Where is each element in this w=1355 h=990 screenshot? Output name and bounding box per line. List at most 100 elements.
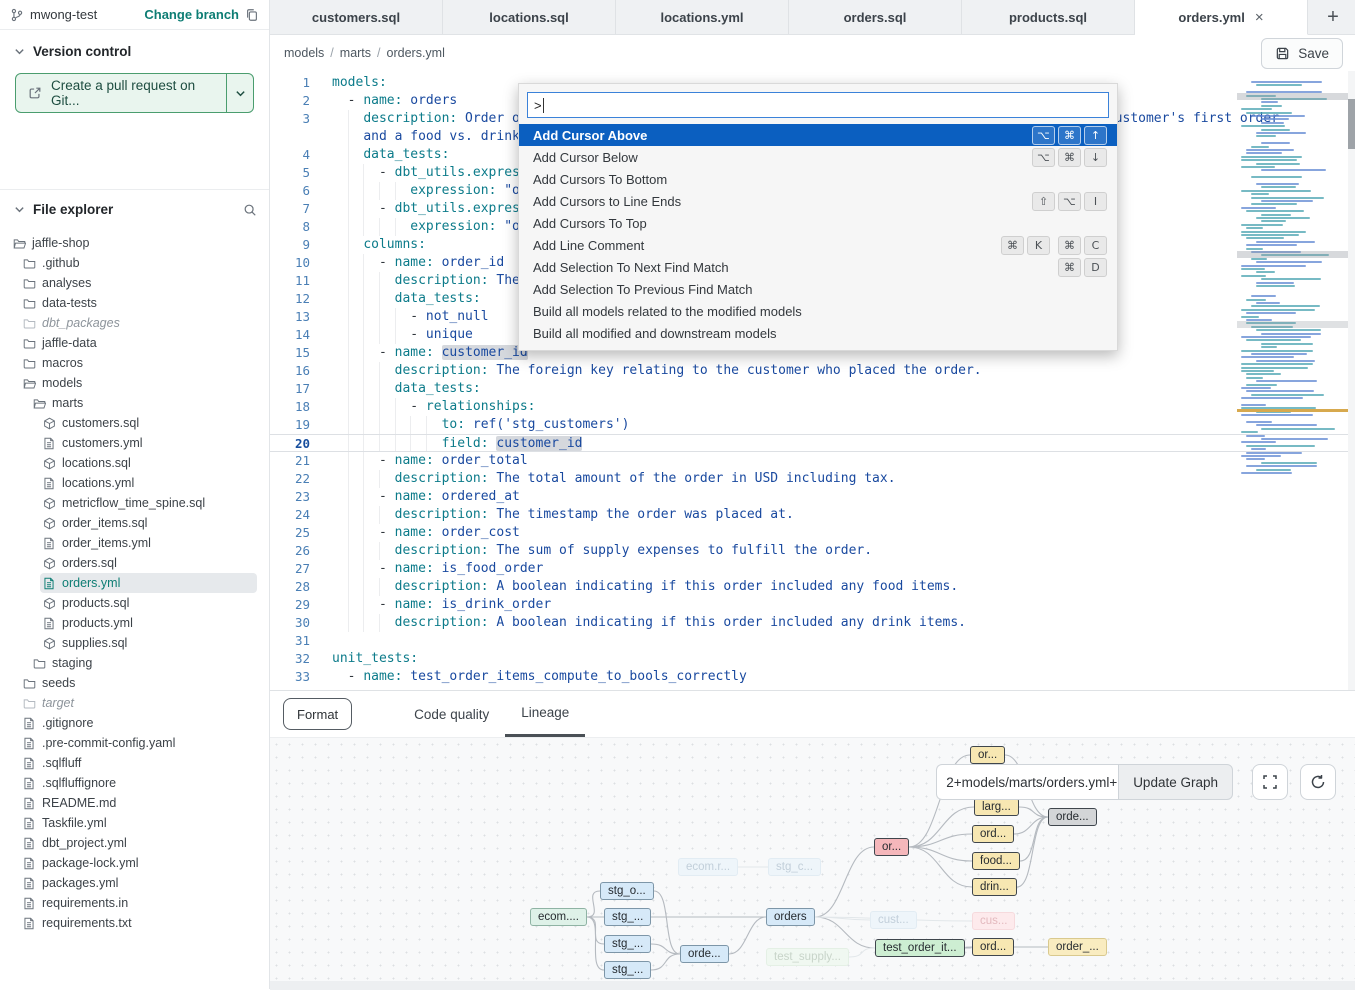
lineage-node-ord1[interactable]: ord... bbox=[972, 825, 1014, 843]
code-line-26[interactable]: 26 description: The sum of supply expens… bbox=[270, 542, 1355, 560]
tree-item-dbt-project-yml[interactable]: dbt_project.yml bbox=[0, 833, 269, 853]
lineage-node-stg_o[interactable]: stg_o... bbox=[600, 882, 654, 900]
tree-item-customers-sql[interactable]: customers.sql bbox=[0, 413, 269, 433]
tree-item-models[interactable]: models bbox=[0, 373, 269, 393]
lineage-node-stg2[interactable]: stg_... bbox=[604, 935, 651, 953]
lineage-node-larg[interactable]: larg... bbox=[974, 798, 1019, 816]
palette-item[interactable]: Add Line Comment⌘K⌘C bbox=[519, 234, 1117, 256]
code-line-24[interactable]: 24 description: The timestamp the order … bbox=[270, 506, 1355, 524]
tree-item-dbt-packages[interactable]: dbt_packages bbox=[0, 313, 269, 333]
tree-item-orders-yml[interactable]: orders.yml bbox=[0, 573, 269, 593]
lineage-node-tordit[interactable]: test_order_it... bbox=[875, 939, 965, 957]
lineage-node-cust_f[interactable]: cust... bbox=[870, 911, 917, 929]
palette-item[interactable]: Add Cursor Above⌥⌘↑ bbox=[519, 124, 1117, 146]
code-line-16[interactable]: 16 description: The foreign key relating… bbox=[270, 362, 1355, 380]
lineage-filter-input[interactable]: 2+models/marts/orders.yml+ bbox=[936, 764, 1118, 800]
command-palette-input[interactable]: > bbox=[527, 92, 1109, 118]
tree-item-jaffle-shop[interactable]: jaffle-shop bbox=[0, 233, 269, 253]
lineage-node-orde_b[interactable]: orde... bbox=[680, 945, 729, 963]
code-line-28[interactable]: 28 description: A boolean indicating if … bbox=[270, 578, 1355, 596]
code-line-32[interactable]: 32unit_tests: bbox=[270, 650, 1355, 668]
palette-item[interactable]: Add Cursors to Line Ends⇧⌥I bbox=[519, 190, 1117, 212]
tree-item-supplies-sql[interactable]: supplies.sql bbox=[0, 633, 269, 653]
lineage-node-or_top[interactable]: or... bbox=[970, 746, 1005, 764]
code-line-21[interactable]: 21 - name: order_total bbox=[270, 452, 1355, 470]
editor-scrollbar[interactable] bbox=[1348, 71, 1355, 690]
panel-tab-lineage[interactable]: Lineage bbox=[505, 691, 585, 737]
close-icon[interactable]: × bbox=[1255, 9, 1264, 26]
pr-dropdown-toggle[interactable] bbox=[226, 74, 253, 112]
code-line-31[interactable]: 31 bbox=[270, 632, 1355, 650]
file-explorer-header[interactable]: File explorer bbox=[0, 189, 269, 225]
code-line-20[interactable]: 20 field: customer_id bbox=[270, 434, 1355, 452]
create-pr-button[interactable]: Create a pull request on Git... bbox=[15, 73, 254, 113]
code-line-17[interactable]: 17 data_tests: bbox=[270, 380, 1355, 398]
tree-item-products-yml[interactable]: products.yml bbox=[0, 613, 269, 633]
tree-item-packages-yml[interactable]: packages.yml bbox=[0, 873, 269, 893]
new-tab-button[interactable]: + bbox=[1311, 0, 1355, 34]
change-branch-link[interactable]: Change branch bbox=[144, 7, 239, 22]
panel-tab-code-quality[interactable]: Code quality bbox=[398, 691, 505, 737]
lineage-node-orde_g[interactable]: orde... bbox=[1048, 808, 1097, 826]
breadcrumb-item[interactable]: orders.yml bbox=[387, 46, 445, 60]
refresh-button[interactable] bbox=[1300, 764, 1336, 800]
tree-item-customers-yml[interactable]: customers.yml bbox=[0, 433, 269, 453]
tree-item-jaffle-data[interactable]: jaffle-data bbox=[0, 333, 269, 353]
lineage-node-stg_c[interactable]: stg_c... bbox=[768, 858, 821, 876]
update-graph-button[interactable]: Update Graph bbox=[1118, 764, 1233, 800]
lineage-canvas[interactable]: 2+models/marts/orders.yml+ Update Graph … bbox=[270, 737, 1355, 981]
lineage-node-orders[interactable]: orders bbox=[766, 908, 815, 926]
code-line-25[interactable]: 25 - name: order_cost bbox=[270, 524, 1355, 542]
code-line-27[interactable]: 27 - name: is_food_order bbox=[270, 560, 1355, 578]
lineage-node-stg1[interactable]: stg_... bbox=[604, 908, 651, 926]
tab-customers-sql[interactable]: customers.sql bbox=[270, 0, 443, 34]
breadcrumb-item[interactable]: models bbox=[284, 46, 324, 60]
code-line-30[interactable]: 30 description: A boolean indicating if … bbox=[270, 614, 1355, 632]
palette-item[interactable]: Add Cursors To Bottom bbox=[519, 168, 1117, 190]
code-line-29[interactable]: 29 - name: is_drink_order bbox=[270, 596, 1355, 614]
save-button[interactable]: Save bbox=[1261, 38, 1343, 69]
tree-item-products-sql[interactable]: products.sql bbox=[0, 593, 269, 613]
palette-item[interactable]: Build all models related to the modified… bbox=[519, 300, 1117, 322]
tree-item-analyses[interactable]: analyses bbox=[0, 273, 269, 293]
tab-locations-sql[interactable]: locations.sql bbox=[443, 0, 616, 34]
tree-item--github[interactable]: .github bbox=[0, 253, 269, 273]
lineage-node-cus_f[interactable]: cus... bbox=[972, 912, 1015, 930]
tree-item-order-items-yml[interactable]: order_items.yml bbox=[0, 533, 269, 553]
tab-products-sql[interactable]: products.sql bbox=[962, 0, 1135, 34]
tree-item-requirements-txt[interactable]: requirements.txt bbox=[0, 913, 269, 933]
lineage-node-ord2[interactable]: ord... bbox=[972, 938, 1014, 956]
tree-item-data-tests[interactable]: data-tests bbox=[0, 293, 269, 313]
tree-item--pre-commit-config-yaml[interactable]: .pre-commit-config.yaml bbox=[0, 733, 269, 753]
code-line-18[interactable]: 18 - relationships: bbox=[270, 398, 1355, 416]
tree-item-macros[interactable]: macros bbox=[0, 353, 269, 373]
scrollbar-thumb[interactable] bbox=[1348, 99, 1355, 149]
palette-item[interactable]: Add Selection To Next Find Match⌘D bbox=[519, 256, 1117, 278]
code-line-23[interactable]: 23 - name: ordered_at bbox=[270, 488, 1355, 506]
format-button[interactable]: Format bbox=[283, 698, 352, 730]
lineage-node-ecom_r[interactable]: ecom.r... bbox=[678, 858, 738, 876]
tree-item-taskfile-yml[interactable]: Taskfile.yml bbox=[0, 813, 269, 833]
tree-item-marts[interactable]: marts bbox=[0, 393, 269, 413]
search-icon[interactable] bbox=[243, 203, 257, 217]
tab-orders-sql[interactable]: orders.sql bbox=[789, 0, 962, 34]
lineage-node-stg3[interactable]: stg_... bbox=[604, 961, 651, 979]
code-line-19[interactable]: 19 to: ref('stg_customers') bbox=[270, 416, 1355, 434]
tab-locations-yml[interactable]: locations.yml bbox=[616, 0, 789, 34]
tree-item-staging[interactable]: staging bbox=[0, 653, 269, 673]
lineage-node-food[interactable]: food... bbox=[972, 852, 1020, 870]
breadcrumb-item[interactable]: marts bbox=[340, 46, 371, 60]
minimap[interactable] bbox=[1241, 81, 1347, 481]
palette-item[interactable]: Add Cursors To Top bbox=[519, 212, 1117, 234]
code-line-22[interactable]: 22 description: The total amount of the … bbox=[270, 470, 1355, 488]
palette-item[interactable]: Add Cursor Below⌥⌘↓ bbox=[519, 146, 1117, 168]
tree-item-locations-yml[interactable]: locations.yml bbox=[0, 473, 269, 493]
lineage-node-ecom[interactable]: ecom.... bbox=[530, 908, 587, 926]
lineage-node-tsup[interactable]: test_supply... bbox=[766, 948, 849, 966]
tree-item-target[interactable]: target bbox=[0, 693, 269, 713]
tree-item-locations-sql[interactable]: locations.sql bbox=[0, 453, 269, 473]
tree-item--sqlfluff[interactable]: .sqlfluff bbox=[0, 753, 269, 773]
fullscreen-button[interactable] bbox=[1252, 764, 1288, 800]
palette-item[interactable]: Build all modified and downstream models bbox=[519, 322, 1117, 344]
lineage-node-drin[interactable]: drin... bbox=[972, 878, 1017, 896]
